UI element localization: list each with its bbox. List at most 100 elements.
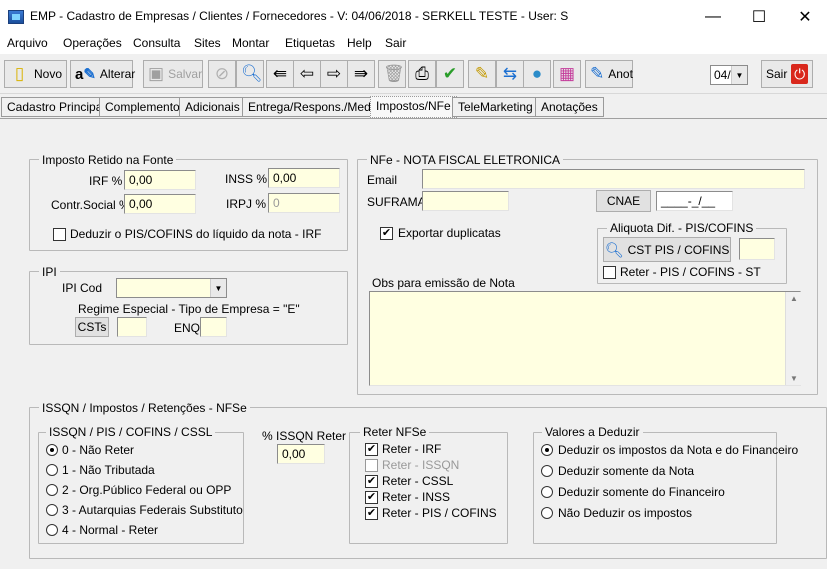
reter-issqn-label: Reter - ISSQN <box>382 458 460 472</box>
trash-icon: 🗑︎ <box>383 64 405 83</box>
last-arrow-icon: ⇛ <box>353 64 369 83</box>
menu-operacoes[interactable]: Operações <box>63 36 122 50</box>
nfe-title: NFe - NOTA FISCAL ELETRONICA <box>367 153 564 167</box>
transfer-button[interactable]: ⇆ <box>496 60 524 88</box>
issqn-option-0-radio[interactable] <box>46 444 58 456</box>
exportar-duplicatas-checkbox[interactable]: ✔ <box>380 227 393 240</box>
tab-telemarketing[interactable]: TeleMarketing <box>452 97 539 117</box>
last-record-button[interactable]: ⇛ <box>347 60 375 88</box>
email-input[interactable] <box>422 169 805 189</box>
alterar-button[interactable]: a ✎ Alterar <box>70 60 136 88</box>
tab-entrega[interactable]: Entrega/Respons./Med <box>242 97 377 117</box>
inss-label: INSS % <box>225 172 268 186</box>
print-button[interactable]: ⎙ <box>408 60 436 88</box>
tab-impostos-nfe[interactable]: Impostos/NFe <box>370 96 457 118</box>
ipi-title: IPI <box>39 265 60 279</box>
irpj-label: IRPJ % <box>226 197 267 211</box>
issqn-percent-label: % ISSQN Reter <box>262 429 347 443</box>
maximize-button[interactable]: ☐ <box>736 0 782 34</box>
menu-sites[interactable]: Sites <box>194 36 221 50</box>
cancel-icon: ⊘ <box>214 64 230 83</box>
period-select[interactable]: 04/ ▼ <box>710 65 748 85</box>
irpj-input[interactable]: 0 <box>268 193 340 213</box>
valores-option-1-label: Deduzir somente da Nota <box>558 464 695 478</box>
first-record-button[interactable]: ⇚ <box>266 60 294 88</box>
imposto-retido-title: Imposto Retido na Fonte <box>39 153 177 167</box>
issqn-option-3-label: 3 - Autarquias Federais Substituto <box>62 503 243 517</box>
suframa-label: SUFRAMA <box>367 195 426 209</box>
cnae-button[interactable]: CNAE <box>596 190 651 212</box>
cst-pis-cofins-button[interactable]: 🔍︎ CST PIS / COFINS <box>603 237 731 262</box>
anot-button[interactable]: ✎ Anot <box>585 60 633 88</box>
reter-issqn-checkbox[interactable] <box>365 459 378 472</box>
sair-button[interactable]: Sair ⏻ <box>761 60 813 88</box>
new-document-icon: ▯ <box>14 64 25 83</box>
valores-option-1-radio[interactable] <box>541 465 553 477</box>
notes-button[interactable]: ✎ <box>468 60 496 88</box>
menu-consulta[interactable]: Consulta <box>133 36 180 50</box>
csts-input[interactable] <box>117 317 147 337</box>
delete-button[interactable]: 🗑︎ <box>378 60 406 88</box>
irf-input[interactable]: 0,00 <box>124 170 196 190</box>
alterar-label: Alterar <box>99 67 136 81</box>
sair-label: Sair <box>766 67 788 81</box>
issqn-option-2-radio[interactable] <box>46 484 58 496</box>
regime-especial-label: Regime Especial - Tipo de Empresa = "E" <box>78 302 300 316</box>
menu-help[interactable]: Help <box>347 36 372 50</box>
search-button[interactable]: 🔍︎ <box>236 60 264 88</box>
cancel-button[interactable]: ⊘ <box>208 60 236 88</box>
web-button[interactable]: ● <box>523 60 551 88</box>
menu-sair[interactable]: Sair <box>385 36 406 50</box>
issqn-option-4-radio[interactable] <box>46 524 58 536</box>
inss-input[interactable]: 0,00 <box>268 168 340 188</box>
salvar-button[interactable]: ▣ Salvar <box>143 60 203 88</box>
issqn-title: ISSQN / Impostos / Retenções - NFSe <box>39 401 250 415</box>
aliquota-input[interactable] <box>739 238 775 260</box>
search-icon: 🔍︎ <box>241 64 263 83</box>
menu-etiquetas[interactable]: Etiquetas <box>285 36 335 50</box>
power-icon: ⏻ <box>791 64 808 84</box>
reter-st-checkbox[interactable] <box>603 266 616 279</box>
cnae-input[interactable]: ____-_/__ <box>656 191 733 211</box>
valores-option-0-radio[interactable] <box>541 444 553 456</box>
deduzir-pis-checkbox[interactable] <box>53 228 66 241</box>
enq-input[interactable] <box>200 317 227 337</box>
minimize-button[interactable]: — <box>690 0 736 34</box>
reter-st-label: Reter - PIS / COFINS - ST <box>620 265 761 279</box>
close-button[interactable]: ✕ <box>782 0 827 34</box>
issqn-option-1-radio[interactable] <box>46 464 58 476</box>
obs-label: Obs para emissão de Nota <box>372 276 515 290</box>
tab-adicionais[interactable]: Adicionais <box>179 97 246 117</box>
tab-anotacoes[interactable]: Anotações <box>535 97 604 117</box>
issqn-percent-input[interactable]: 0,00 <box>277 444 325 464</box>
chevron-down-icon: ▼ <box>210 279 226 297</box>
app-icon <box>8 10 24 24</box>
obs-textarea[interactable] <box>369 291 801 386</box>
annotation-icon: ✎ <box>590 64 605 83</box>
approve-button[interactable]: ✔ <box>436 60 464 88</box>
contr-social-input[interactable]: 0,00 <box>124 194 196 214</box>
tab-complemento[interactable]: Complemento <box>99 97 186 117</box>
novo-label: Novo <box>33 67 62 81</box>
tab-cadastro-principal[interactable]: Cadastro Principal <box>1 97 112 117</box>
contr-social-label: Contr.Social % <box>51 198 130 212</box>
menu-arquivo[interactable]: Arquivo <box>7 36 48 50</box>
menu-montar[interactable]: Montar <box>232 36 269 50</box>
novo-button[interactable]: ▯ Novo <box>4 60 67 88</box>
reter-inss-label: Reter - INSS <box>382 490 451 504</box>
obs-scrollbar[interactable]: ▲ ▼ <box>785 292 801 385</box>
valores-option-3-radio[interactable] <box>541 507 553 519</box>
reter-pis-cofins-label: Reter - PIS / COFINS <box>382 506 497 520</box>
issqn-option-0-label: 0 - Não Reter <box>62 443 135 457</box>
valores-option-0-label: Deduzir os impostos da Nota e do Finance… <box>558 443 799 457</box>
gift-button[interactable]: ▦ <box>553 60 581 88</box>
csts-button[interactable]: CSTs <box>75 317 109 337</box>
gift-icon: ▦ <box>558 64 576 83</box>
ipi-cod-select[interactable]: ▼ <box>116 278 227 298</box>
previous-record-button[interactable]: ⇦ <box>293 60 321 88</box>
issqn-option-3-radio[interactable] <box>46 504 58 516</box>
valores-option-2-radio[interactable] <box>541 486 553 498</box>
suframa-input[interactable] <box>422 191 509 211</box>
deduzir-pis-label: Deduzir o PIS/COFINS do líquido da nota … <box>70 227 322 241</box>
next-record-button[interactable]: ⇨ <box>320 60 348 88</box>
